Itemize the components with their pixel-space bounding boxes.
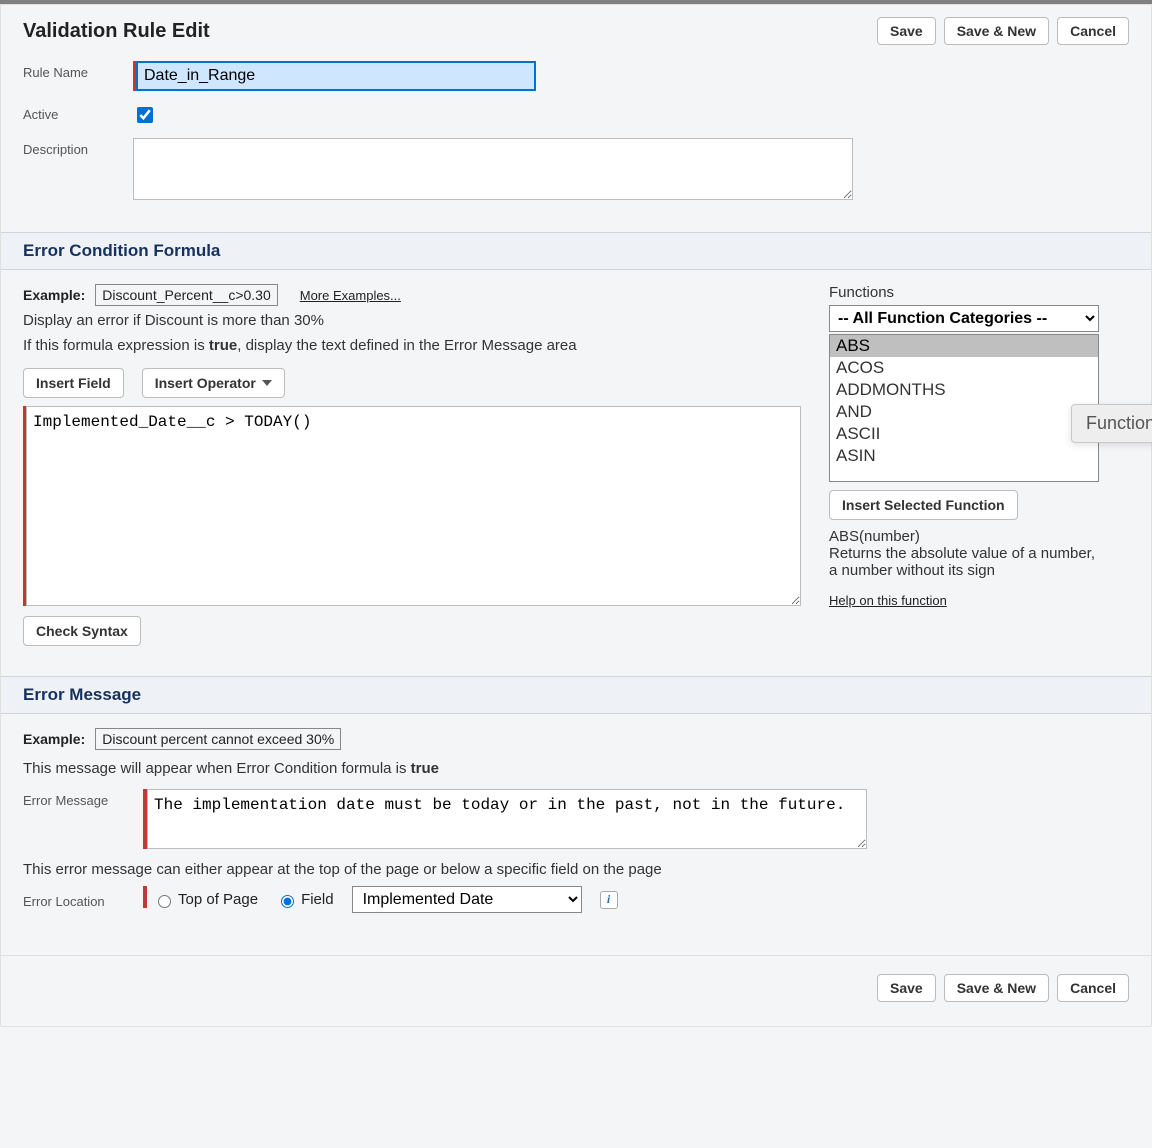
error-location-field-option[interactable]: Field bbox=[276, 891, 334, 908]
header-row: Validation Rule Edit Save Save & New Can… bbox=[1, 5, 1151, 51]
error-location-top-option[interactable]: Top of Page bbox=[153, 891, 258, 908]
chevron-down-icon bbox=[262, 380, 272, 386]
active-label: Active bbox=[23, 103, 133, 122]
save-button[interactable]: Save bbox=[877, 17, 936, 45]
function-description: Returns the absolute value of a number, … bbox=[829, 545, 1099, 579]
required-indicator bbox=[143, 886, 147, 908]
function-item[interactable]: ACOS bbox=[830, 357, 1098, 379]
save-and-new-button-footer[interactable]: Save & New bbox=[944, 974, 1049, 1002]
functions-tooltip: Functions bbox=[1071, 404, 1152, 443]
page-title: Validation Rule Edit bbox=[23, 20, 210, 43]
cancel-button-footer[interactable]: Cancel bbox=[1057, 974, 1129, 1002]
description-textarea[interactable] bbox=[133, 138, 853, 200]
function-category-select[interactable]: -- All Function Categories -- bbox=[829, 305, 1099, 332]
error-message-textarea[interactable] bbox=[147, 789, 867, 849]
example-description: Display an error if Discount is more tha… bbox=[23, 312, 801, 329]
insert-operator-button[interactable]: Insert Operator bbox=[142, 368, 285, 398]
insert-field-button[interactable]: Insert Field bbox=[23, 368, 124, 398]
description-label: Description bbox=[23, 138, 133, 157]
info-icon[interactable]: i bbox=[600, 891, 618, 909]
example-code: Discount_Percent__c>0.30 bbox=[95, 284, 278, 306]
functions-label: Functions bbox=[829, 284, 1129, 301]
active-checkbox[interactable] bbox=[137, 107, 153, 123]
function-item[interactable]: ASCII bbox=[830, 423, 1098, 445]
function-signature: ABS(number) bbox=[829, 528, 1099, 545]
insert-selected-function-button[interactable]: Insert Selected Function bbox=[829, 490, 1018, 520]
error-location-field-select[interactable]: Implemented Date bbox=[352, 886, 582, 913]
error-location-top-radio[interactable] bbox=[158, 895, 171, 908]
cancel-button[interactable]: Cancel bbox=[1057, 17, 1129, 45]
rule-name-label: Rule Name bbox=[23, 61, 133, 80]
save-button-footer[interactable]: Save bbox=[877, 974, 936, 1002]
save-and-new-button[interactable]: Save & New bbox=[944, 17, 1049, 45]
example-text: Discount percent cannot exceed 30% bbox=[95, 728, 341, 750]
error-message-note: This message will appear when Error Cond… bbox=[23, 760, 1129, 777]
footer-buttons: Save Save & New Cancel bbox=[1, 955, 1151, 1026]
error-location-label: Error Location bbox=[23, 890, 133, 909]
function-item[interactable]: ADDMONTHS bbox=[830, 379, 1098, 401]
help-on-function-link[interactable]: Help on this function bbox=[829, 593, 947, 608]
more-examples-link[interactable]: More Examples... bbox=[300, 288, 401, 303]
error-location-field-radio[interactable] bbox=[281, 895, 294, 908]
error-location-intro: This error message can either appear at … bbox=[23, 861, 1129, 878]
example-label: Example: bbox=[23, 287, 85, 303]
error-message-label: Error Message bbox=[23, 789, 133, 808]
formula-section-header: Error Condition Formula bbox=[1, 232, 1151, 270]
rule-name-input[interactable] bbox=[136, 61, 536, 91]
function-item[interactable]: ASIN bbox=[830, 445, 1098, 467]
header-buttons: Save Save & New Cancel bbox=[877, 17, 1129, 45]
error-message-section-header: Error Message bbox=[1, 676, 1151, 714]
formula-textarea[interactable] bbox=[26, 406, 801, 606]
function-list[interactable]: ABSACOSADDMONTHSANDASCIIASIN bbox=[829, 334, 1099, 482]
function-item[interactable]: ABS bbox=[830, 335, 1098, 357]
formula-instruction: If this formula expression is true, disp… bbox=[23, 337, 801, 354]
check-syntax-button[interactable]: Check Syntax bbox=[23, 616, 141, 646]
function-item[interactable]: AND bbox=[830, 401, 1098, 423]
example-label: Example: bbox=[23, 731, 85, 747]
